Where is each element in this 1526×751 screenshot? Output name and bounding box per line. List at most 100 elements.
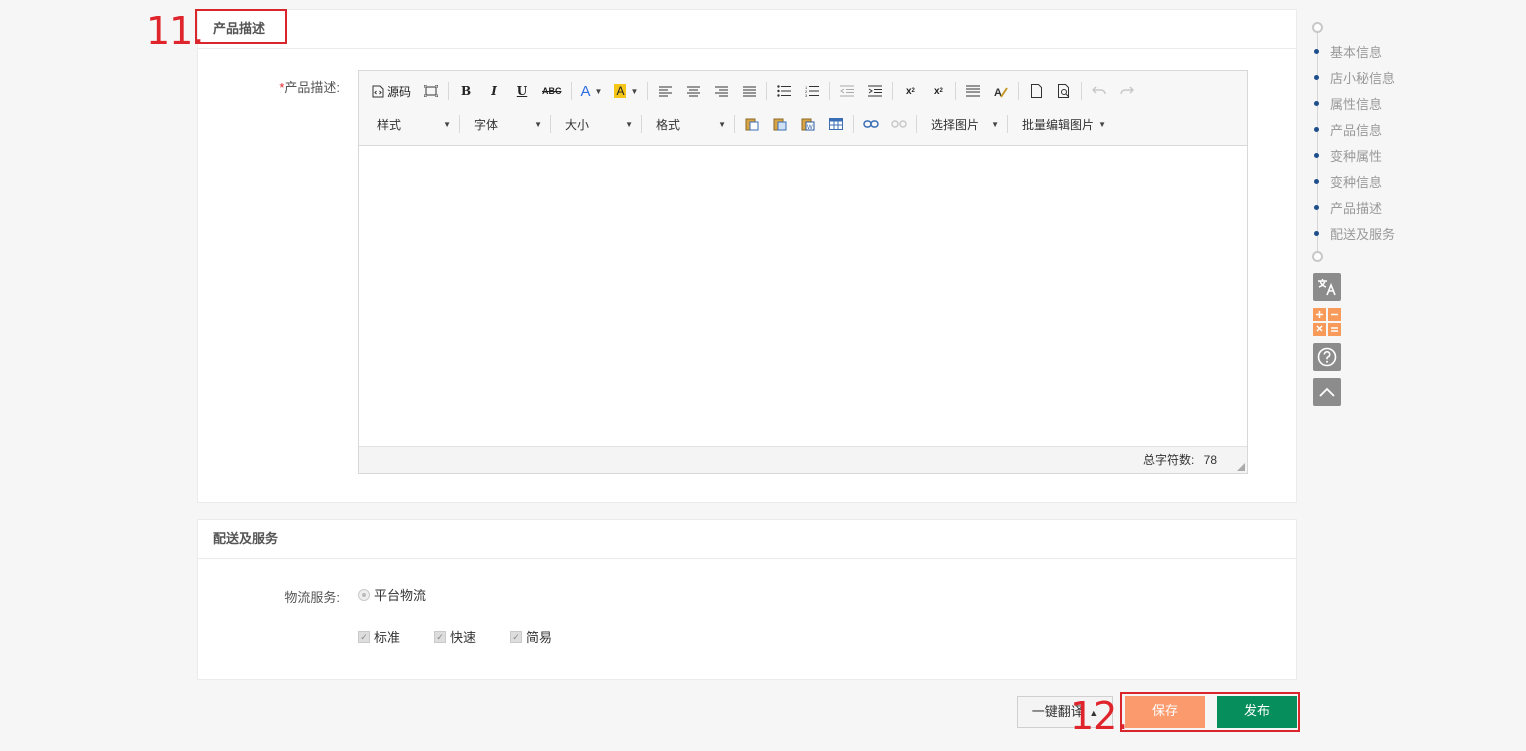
caret-down-icon: ▼ (718, 119, 726, 129)
side-nav-end-ring (1312, 251, 1323, 262)
font-dropdown[interactable]: 字体 ▼ (466, 113, 546, 135)
help-tool-button[interactable] (1313, 343, 1341, 371)
maximize-icon (424, 85, 439, 97)
chevron-up-icon (1319, 387, 1335, 397)
format-dropdown[interactable]: 格式 ▼ (648, 113, 730, 135)
numbered-list-icon[interactable]: 123 (801, 80, 823, 102)
rich-text-editor: 源码 B I U ABC A ▼ A ▼ 123 x 2 x 2 A 样式 ▼ … (358, 70, 1248, 474)
section-title-shipping: 配送及服务 (198, 520, 1296, 559)
translate-icon (1318, 279, 1336, 296)
resize-handle-icon[interactable] (1237, 463, 1245, 471)
side-nav-item-product-info[interactable]: 产品信息 (1314, 120, 1382, 139)
bullet-list-icon[interactable] (773, 80, 795, 102)
superscript-icon[interactable]: x2 (927, 80, 949, 102)
subscript-icon[interactable]: x2 (899, 80, 921, 102)
side-nav-line (1317, 30, 1318, 254)
checkbox-express[interactable]: ✓ 快速 (434, 627, 476, 646)
checkbox-standard[interactable]: ✓ 标准 (358, 627, 400, 646)
underline-icon[interactable]: U (511, 80, 533, 102)
svg-text:3: 3 (805, 93, 808, 97)
product-description-panel: 产品描述 *产品描述: 源码 B I U ABC A ▼ A ▼ 1 2 3 x… (197, 9, 1297, 503)
description-field-label: *产品描述: (279, 80, 340, 95)
source-icon (372, 85, 384, 97)
toolbar-separator (734, 115, 735, 133)
checkbox-icon: ✓ (510, 630, 522, 643)
table-icon[interactable] (825, 113, 847, 135)
toolbar-separator (1007, 115, 1008, 133)
translate-tool-button[interactable] (1313, 273, 1341, 301)
editor-toolbar: 源码 B I U ABC A ▼ A ▼ 123 x 2 x 2 A 样式 ▼ … (359, 71, 1247, 146)
toolbar-separator (459, 115, 460, 133)
redo-icon[interactable] (1116, 80, 1138, 102)
shipping-service-panel: 配送及服务 物流服务: 平台物流 ✓ 标准 ✓ 快速 ✓ 简易 (197, 519, 1297, 680)
paste-icon[interactable] (741, 113, 763, 135)
toolbar-separator (550, 115, 551, 133)
indent-icon[interactable] (864, 80, 886, 102)
undo-icon[interactable] (1088, 80, 1110, 102)
section-title-description: 产品描述 (198, 10, 1296, 49)
side-nav-item-product-description[interactable]: 产品描述 (1314, 198, 1382, 217)
toolbar-separator (647, 82, 649, 100)
toolbar-separator (1081, 82, 1083, 100)
link-icon[interactable] (860, 113, 882, 135)
char-count-label: 总字符数: (1142, 453, 1195, 467)
align-right-icon[interactable] (710, 80, 732, 102)
align-left-icon[interactable] (654, 80, 676, 102)
side-nav-item-variant-info[interactable]: 变种信息 (1314, 172, 1382, 191)
highlight-color-icon[interactable]: A ▼ (611, 80, 641, 102)
size-dropdown[interactable]: 大小 ▼ (557, 113, 637, 135)
toolbar-separator (955, 82, 957, 100)
radio-icon (358, 588, 370, 601)
checkbox-icon: ✓ (434, 630, 446, 643)
side-nav-item-variant-attributes[interactable]: 变种属性 (1314, 146, 1382, 165)
remove-format-icon[interactable]: A (990, 80, 1012, 102)
caret-down-icon: ▼ (1098, 119, 1106, 129)
italic-icon[interactable]: I (483, 80, 505, 102)
unlink-icon[interactable] (888, 113, 910, 135)
font-color-icon[interactable]: A ▼ (578, 80, 606, 102)
caret-down-icon: ▼ (991, 119, 999, 129)
toolbar-separator (892, 82, 894, 100)
select-image-dropdown[interactable]: 选择图片 ▼ (923, 113, 1003, 135)
question-icon (1317, 347, 1337, 367)
back-to-top-button[interactable] (1313, 378, 1341, 406)
toolbar-separator (916, 115, 917, 133)
style-dropdown[interactable]: 样式 ▼ (369, 113, 455, 135)
editor-content-area[interactable] (359, 146, 1247, 446)
caret-down-icon: ▼ (534, 119, 542, 129)
editor-status-bar: 总字符数: 78 (359, 446, 1247, 473)
side-nav-item-basic-info[interactable]: 基本信息 (1314, 42, 1382, 61)
bold-icon[interactable]: B (455, 80, 477, 102)
side-nav-item-attribute-info[interactable]: 属性信息 (1314, 94, 1382, 113)
toolbar-separator (448, 82, 450, 100)
toolbar-separator (1018, 82, 1020, 100)
paste-text-icon[interactable] (769, 113, 791, 135)
source-button[interactable]: 源码 (369, 80, 414, 102)
paste-word-icon[interactable]: W (797, 113, 819, 135)
checkbox-simple[interactable]: ✓ 简易 (510, 627, 552, 646)
side-nav-start-ring (1312, 22, 1323, 33)
toolbar-separator (853, 115, 854, 133)
platform-logistics-radio[interactable]: 平台物流 (358, 585, 426, 604)
horizontal-rule-icon[interactable] (962, 80, 984, 102)
outdent-icon[interactable] (836, 80, 858, 102)
toolbar-separator (641, 115, 642, 133)
annotation-box-actions (1120, 692, 1300, 732)
maximize-button[interactable] (420, 80, 442, 102)
side-nav-item-shipping-service[interactable]: 配送及服务 (1314, 224, 1395, 243)
calculator-tool-button[interactable] (1313, 308, 1341, 336)
new-page-icon[interactable] (1025, 80, 1047, 102)
logistics-field-label: 物流服务: (284, 590, 340, 605)
svg-text:W: W (807, 125, 813, 131)
annotation-box-description-title (195, 9, 287, 44)
batch-edit-image-dropdown[interactable]: 批量编辑图片 ▼ (1014, 113, 1110, 135)
annotation-step-12: 12. (1070, 694, 1128, 738)
align-center-icon[interactable] (682, 80, 704, 102)
strikethrough-icon[interactable]: ABC (539, 80, 565, 102)
side-nav-item-dianxiaomi-info[interactable]: 店小秘信息 (1314, 68, 1395, 87)
align-justify-icon[interactable] (738, 80, 760, 102)
caret-down-icon: ▼ (443, 119, 451, 129)
checkbox-icon: ✓ (358, 630, 370, 643)
preview-icon[interactable] (1053, 80, 1075, 102)
toolbar-separator (766, 82, 768, 100)
